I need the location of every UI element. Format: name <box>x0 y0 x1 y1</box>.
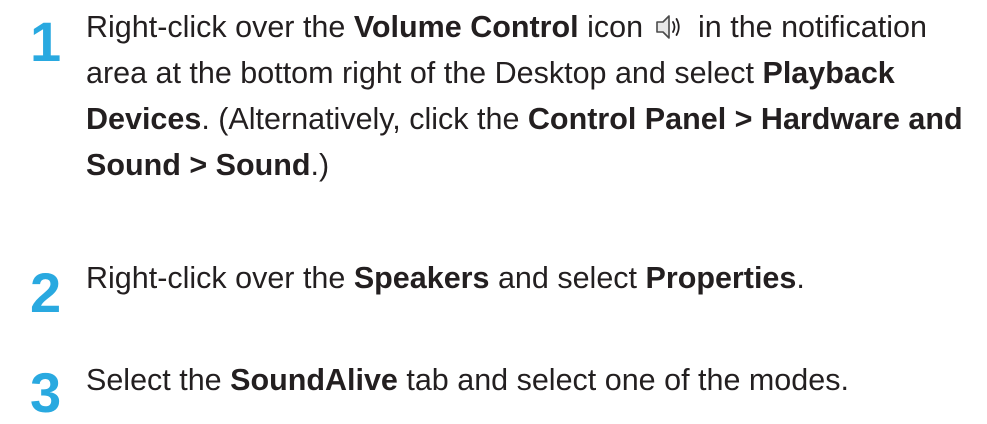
ui-term-properties: Properties <box>645 261 797 295</box>
text-segment: .) <box>310 148 330 182</box>
text-segment: . (Alternatively, click the <box>201 102 528 136</box>
speaker-volume-icon <box>654 9 688 39</box>
step-number: 3 <box>30 361 62 424</box>
ui-term-speakers: Speakers <box>353 261 490 295</box>
text-segment: Right-click over the <box>86 261 354 295</box>
text-segment: Right-click over the <box>86 10 354 44</box>
text-segment: . <box>796 261 805 295</box>
text-segment: and select <box>489 261 646 295</box>
step-number: 2 <box>30 261 62 324</box>
step-instruction: Select the SoundAlive tab and select one… <box>86 357 981 403</box>
ui-term-soundalive: SoundAlive <box>230 363 398 397</box>
text-segment: icon <box>578 10 652 44</box>
ui-term-volume-control: Volume Control <box>353 10 579 44</box>
step-instruction: Right-click over the Speakers and select… <box>86 255 981 301</box>
text-segment: Select the <box>86 363 231 397</box>
step-number: 1 <box>30 10 62 73</box>
text-segment: tab and select one of the modes. <box>397 363 849 397</box>
step-instruction: Right-click over the Volume Control icon… <box>86 4 981 188</box>
